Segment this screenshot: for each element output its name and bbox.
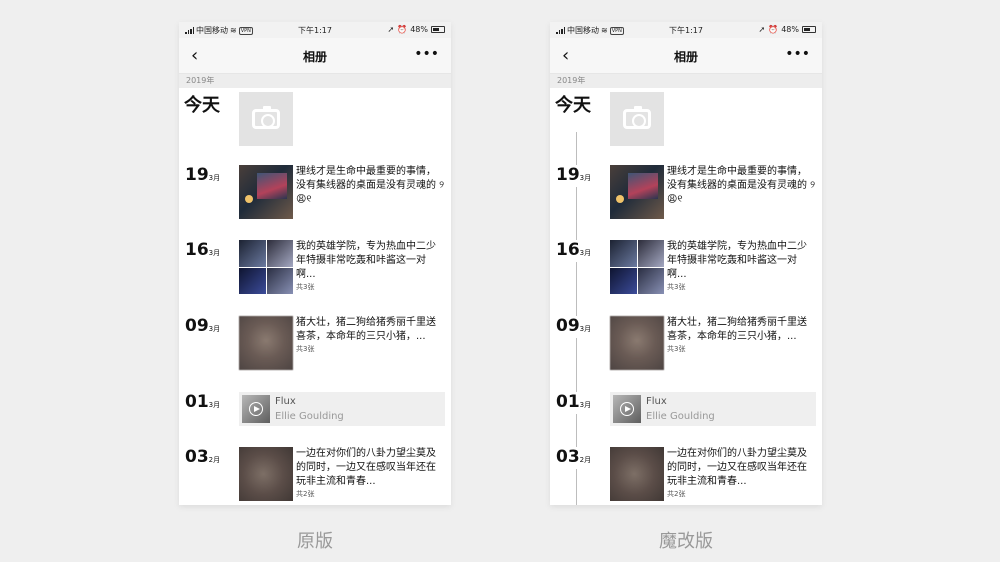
entry-photo[interactable] [239,316,293,370]
entry-day: 16 [185,240,209,260]
entry-photo[interactable] [610,447,664,501]
entry-month: 3月 [579,249,592,257]
entry-month: 3月 [579,174,592,182]
entry-month: 3月 [579,325,592,333]
album-feed: 今天 193月 理线才是生命中最重要的事情，没有集线器的桌面是没有灵魂的 ୨😩୧… [550,88,822,505]
page-title: 相册 [302,50,327,64]
entry-month: 3月 [208,249,221,257]
entry-month: 2月 [208,456,221,464]
year-header: 2019年 [550,74,822,88]
entry-day: 09 [556,316,580,336]
entry-month: 2月 [579,456,592,464]
alarm-icon: ⏰ [397,25,408,34]
battery-icon [802,26,816,33]
entry-day: 03 [556,447,580,467]
entry-day: 01 [556,392,580,412]
caption-modified: 魔改版 [659,531,713,552]
photo-count: 共3张 [296,283,315,291]
music-title: Flux [646,396,667,407]
alarm-icon: ⏰ [768,25,779,34]
year-header: 2019年 [179,74,451,88]
more-icon[interactable]: ••• [785,46,810,62]
battery-percent: 48% [410,25,428,34]
photo-count: 共3张 [296,345,315,353]
more-icon[interactable]: ••• [414,46,439,62]
music-artist: Ellie Goulding [646,411,715,422]
entry-day: 01 [185,392,209,412]
entry-text: 一边在对你们的八卦力望尘莫及的同时，一边又在感叹当年还在玩非主流和青春... [667,448,807,487]
album-feed: 今天 193月 理线才是生命中最重要的事情，没有集线器的桌面是没有灵魂的 ୨😩୧… [179,88,451,505]
entry-text: 我的英雄学院，专为热血中二少年特摄非常吃轰和咔酱这一对啊... [296,241,436,280]
entry-text: 理线才是生命中最重要的事情，没有集线器的桌面是没有灵魂的 ୨😩୧ [296,166,445,205]
phone-original: 中国移动 ≋ VPN 下午1:17 ➚ ⏰ 48% ‹ 相册 ••• 2019年… [179,22,451,505]
status-bar: 中国移动 ≋ VPN 下午1:17 ➚ ⏰ 48% [179,22,451,38]
entry-text: 一边在对你们的八卦力望尘莫及的同时，一边又在感叹当年还在玩非主流和青春... [296,448,436,487]
battery-percent: 48% [781,25,799,34]
camera-icon [623,106,651,129]
entry-text: 猪大壮，猪二狗给猪秀丽千里送喜茶，本命年的三只小猪，... [296,317,436,342]
entry-day: 03 [185,447,209,467]
add-photo-button[interactable] [610,92,664,146]
battery-icon [431,26,445,33]
album-cover [613,395,641,423]
entry-photo-grid[interactable] [239,240,293,294]
location-icon: ➚ [387,25,395,34]
phone-modified: 中国移动 ≋ VPN 下午1:17 ➚ ⏰ 48% ‹ 相册 ••• 2019年… [550,22,822,505]
nav-bar: ‹ 相册 ••• [179,38,451,74]
photo-count: 共2张 [296,490,315,498]
entry-month: 3月 [208,325,221,333]
music-card[interactable]: Flux Ellie Goulding [610,392,816,426]
play-icon[interactable] [620,402,634,416]
entry-month: 3月 [208,401,221,409]
entry-text: 猪大壮，猪二狗给猪秀丽千里送喜茶，本命年的三只小猪，... [667,317,807,342]
date-today: 今天 [184,91,220,117]
entry-text: 我的英雄学院，专为热血中二少年特摄非常吃轰和咔酱这一对啊... [667,241,807,280]
nav-bar: ‹ 相册 ••• [550,38,822,74]
entry-month: 3月 [579,401,592,409]
photo-count: 共2张 [667,490,686,498]
entry-month: 3月 [208,174,221,182]
entry-photo[interactable] [239,165,293,219]
entry-text: 理线才是生命中最重要的事情，没有集线器的桌面是没有灵魂的 ୨😩୧ [667,166,816,205]
entry-day: 16 [556,240,580,260]
entry-photo[interactable] [610,316,664,370]
music-title: Flux [275,396,296,407]
entry-day: 19 [185,165,209,185]
status-bar: 中国移动 ≋ VPN 下午1:17 ➚ ⏰ 48% [550,22,822,38]
entry-day: 19 [556,165,580,185]
photo-count: 共3张 [667,345,686,353]
music-card[interactable]: Flux Ellie Goulding [239,392,445,426]
photo-count: 共3张 [667,283,686,291]
page-title: 相册 [673,50,698,64]
entry-photo-grid[interactable] [610,240,664,294]
date-today: 今天 [555,91,591,117]
play-icon[interactable] [249,402,263,416]
entry-photo[interactable] [239,447,293,501]
entry-day: 09 [185,316,209,336]
album-cover [242,395,270,423]
camera-icon [252,106,280,129]
music-artist: Ellie Goulding [275,411,344,422]
location-icon: ➚ [758,25,766,34]
caption-original: 原版 [297,531,333,552]
entry-photo[interactable] [610,165,664,219]
add-photo-button[interactable] [239,92,293,146]
